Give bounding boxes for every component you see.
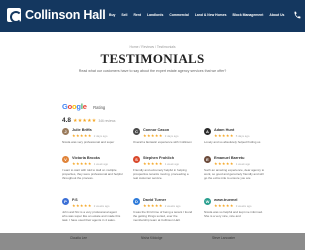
phone-icon[interactable] bbox=[293, 11, 301, 20]
reviewer-name: Connor Cason bbox=[143, 128, 170, 132]
review-card: D David Turner ★★★★★ 2 weeks ago It was t… bbox=[133, 198, 194, 230]
review-time: 1 week ago bbox=[93, 161, 109, 166]
review-card: A Adam Hunt ★★★★★ 5 days ago Lovely and s… bbox=[204, 128, 265, 146]
review-text: Nicola was so helpful and kept me inform… bbox=[204, 210, 263, 218]
avatar: P bbox=[62, 198, 69, 205]
review-text: Friendly and extremely helpful in helpin… bbox=[133, 168, 189, 180]
google-logo: Google bbox=[62, 102, 87, 111]
review-stars: ★★★★★ bbox=[143, 203, 163, 208]
review-card: V Victoria Brooks ★★★★★ 1 week ago I want… bbox=[62, 156, 123, 186]
review-text: Overall a fantastic experience with Coll… bbox=[133, 140, 192, 144]
reviewer-name: www.truemel bbox=[214, 198, 238, 202]
review-text: Nicola was very professional and super bbox=[62, 140, 115, 144]
review-time: 2 days ago bbox=[93, 133, 108, 138]
review-stars: ★★★★★ bbox=[72, 133, 92, 138]
rating-score: 4.8 bbox=[62, 117, 72, 124]
review-stars: ★★★★★ bbox=[214, 133, 234, 138]
review-stars: ★★★★★ bbox=[72, 203, 92, 208]
reviewer-name: Victoria Brooks bbox=[72, 156, 100, 160]
page-intro: Read what our customers have to say abou… bbox=[78, 69, 227, 73]
review-card: J Julie Briffa ★★★★★ 2 days ago Nicola wa… bbox=[62, 128, 123, 146]
review-card: E Emanuel Barretu ★★★★★ 1 week ago Such a… bbox=[204, 156, 265, 186]
logo-mark-icon bbox=[7, 8, 22, 23]
site-header: Collinson Hall Buy Sell Rent Landlords C… bbox=[0, 0, 305, 32]
avatar: W bbox=[204, 198, 211, 205]
review-time: 1 week ago bbox=[164, 161, 180, 166]
review-stars: ★★★★★ bbox=[143, 161, 163, 166]
review-card: W www.truemel ★★★★★ 3 weeks ago Nicola wa… bbox=[204, 198, 265, 230]
review-text: John and Nic is a very professional agen… bbox=[62, 210, 121, 222]
nav-item-sell[interactable]: Sell bbox=[121, 13, 127, 17]
reviewer-name: Emanuel Barretu bbox=[214, 156, 245, 160]
reviewer-name: Julie Briffa bbox=[72, 128, 92, 132]
review-stars: ★★★★★ bbox=[143, 133, 163, 138]
avatar: V bbox=[62, 156, 69, 163]
avatar: J bbox=[62, 128, 69, 135]
avatar: E bbox=[204, 156, 211, 163]
nav-item-commercial[interactable]: Commercial bbox=[169, 13, 188, 17]
nav-item-about-us[interactable]: About Us bbox=[269, 13, 284, 17]
review-time: 3 weeks ago bbox=[235, 203, 252, 208]
reviewer-name: P.S bbox=[72, 198, 78, 202]
nav-item-rent[interactable]: Rent bbox=[133, 13, 141, 17]
reviewer-name: Steve Lancaster bbox=[212, 236, 236, 240]
review-count[interactable]: 346 reviews bbox=[98, 119, 115, 123]
reviewer-name: Nisha Kildodge bbox=[141, 236, 163, 240]
review-time: 1 week ago bbox=[235, 161, 251, 166]
reviewer-name: Claudia Lee bbox=[70, 236, 88, 240]
rating-label: Rating bbox=[93, 105, 106, 110]
page-title: TESTIMONIALS bbox=[100, 51, 205, 66]
nav-item-block-management[interactable]: Block Management bbox=[232, 13, 263, 17]
avatar: D bbox=[133, 198, 140, 205]
review-time: 3 days ago bbox=[164, 133, 179, 138]
reviewer-name: Stephen Frohlich bbox=[143, 156, 175, 160]
rating-stars: ★★★★★ bbox=[73, 117, 97, 124]
review-text: It was the third time of being a tenant … bbox=[133, 210, 193, 222]
review-text: Lovely and so absolutely helped finding … bbox=[204, 140, 261, 144]
review-card: P P.S ★★★★★ 2 weeks ago John and Nic is a… bbox=[62, 198, 123, 230]
avatar: C bbox=[133, 128, 140, 135]
reviewer-name: Adam Hunt bbox=[214, 128, 235, 132]
avatar: A bbox=[204, 128, 211, 135]
review-text: Such an amazing experience, dear agency … bbox=[204, 168, 265, 180]
reviewer-name: David Turner bbox=[143, 198, 167, 202]
review-card: C Connor Cason ★★★★★ 3 days ago Overall a… bbox=[133, 128, 194, 146]
review-stars: ★★★★★ bbox=[72, 161, 92, 166]
breadcrumb[interactable]: Home / Reviews / Testimonials bbox=[0, 45, 305, 49]
review-stars: ★★★★★ bbox=[214, 161, 234, 166]
review-time: 2 weeks ago bbox=[164, 203, 181, 208]
google-rating-summary[interactable]: Google Rating 4.8 ★★★★★ 346 reviews bbox=[62, 96, 115, 124]
cookie-overlay[interactable]: Claudia Lee Nisha Kildodge Steve Lancast… bbox=[0, 233, 305, 250]
review-time: 5 days ago bbox=[235, 133, 250, 138]
nav-item-buy[interactable]: Buy bbox=[109, 13, 115, 17]
review-text: I want to start with told to Hall on mul… bbox=[62, 168, 123, 180]
avatar: S bbox=[133, 156, 140, 163]
review-time: 2 weeks ago bbox=[93, 203, 110, 208]
review-stars: ★★★★★ bbox=[214, 203, 234, 208]
nav-item-landlords[interactable]: Landlords bbox=[147, 13, 163, 17]
main-nav: Buy Sell Rent Landlords Commercial Land … bbox=[109, 13, 284, 17]
review-card: S Stephen Frohlich ★★★★★ 1 week ago Frien… bbox=[133, 156, 194, 186]
logo-text: Collinson Hall bbox=[25, 8, 106, 22]
nav-item-land-new-homes[interactable]: Land & New Homes bbox=[195, 13, 227, 17]
site-logo[interactable]: Collinson Hall bbox=[7, 8, 106, 23]
